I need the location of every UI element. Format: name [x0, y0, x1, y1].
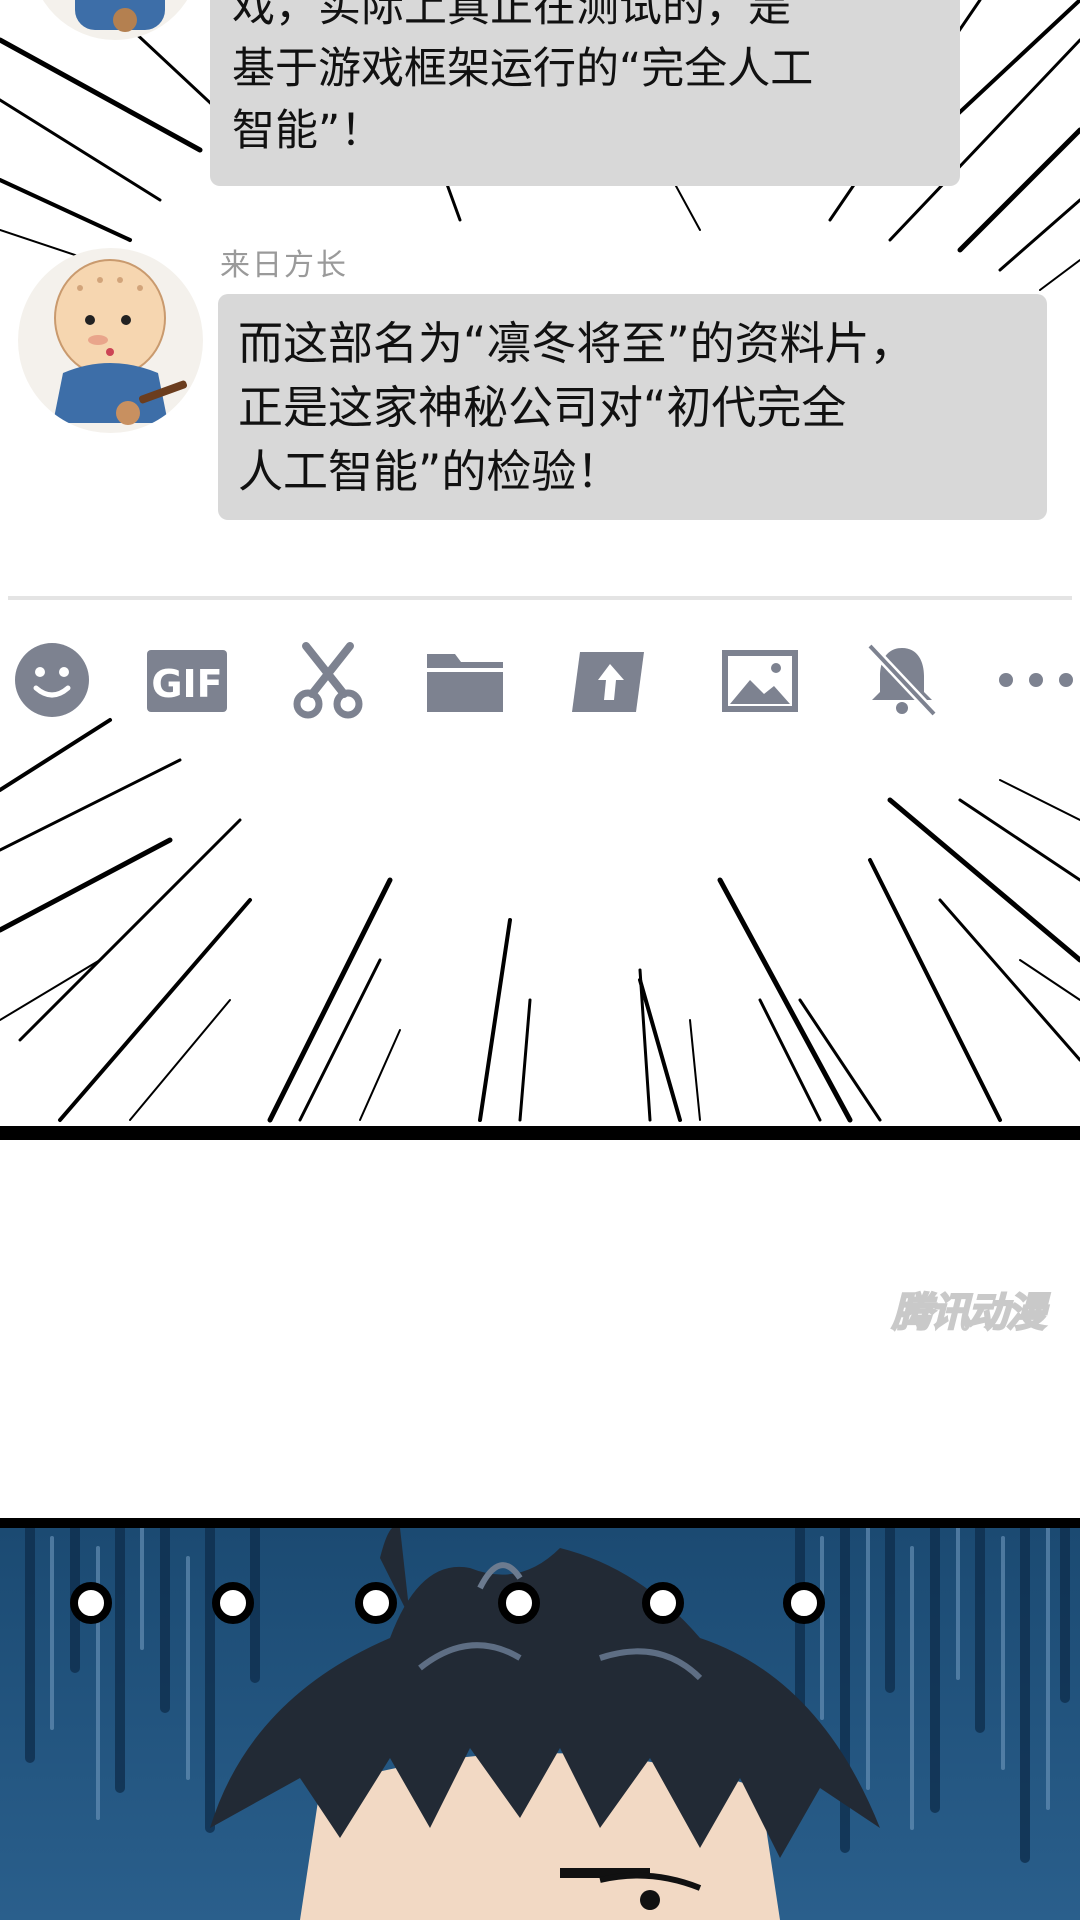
- message-line: 人工智能”的检验！: [238, 445, 622, 498]
- image-icon[interactable]: [720, 640, 800, 720]
- dot-icon: [783, 1582, 825, 1624]
- chat-bubble: 而这部名为“凛冬将至”的资料片， 正是这家神秘公司对“初代完全 人工智能”的检验…: [218, 294, 1047, 520]
- avatar[interactable]: [18, 248, 203, 433]
- gif-label: GIF: [151, 662, 222, 706]
- emoji-icon[interactable]: [12, 640, 92, 720]
- bell-mute-icon[interactable]: [862, 640, 942, 720]
- message-line: 智能”！: [232, 106, 384, 156]
- scissors-icon[interactable]: [288, 640, 368, 720]
- chat-toolbar: GIF: [0, 630, 1080, 730]
- dot-icon: [498, 1582, 540, 1624]
- divider: [8, 596, 1072, 600]
- folder-icon[interactable]: [425, 640, 505, 720]
- chat-bubble: 戏，实际上真正在测试的，是 基于游戏框架运行的“完全人工 智能”！: [210, 0, 960, 186]
- gif-icon[interactable]: GIF: [145, 640, 229, 720]
- watermark: 腾讯动漫: [891, 1289, 1047, 1337]
- share-icon[interactable]: [570, 640, 650, 720]
- message-line: 而这部名为“凛冬将至”的资料片，: [238, 317, 915, 370]
- more-icon[interactable]: [992, 640, 1080, 720]
- dot-icon: [70, 1582, 112, 1624]
- dot-icon: [642, 1582, 684, 1624]
- sender-name: 来日方长: [220, 248, 348, 283]
- monk-avatar-icon: [53, 259, 188, 425]
- message-line: 基于游戏框架运行的“完全人工: [232, 44, 814, 94]
- binding-dots: [0, 1582, 1080, 1624]
- message-line: 戏，实际上真正在测试的，是: [232, 0, 791, 32]
- dot-icon: [212, 1582, 254, 1624]
- comic-panel-chat: 戏，实际上真正在测试的，是 基于游戏框架运行的“完全人工 智能”！ 来日方长 而…: [0, 0, 1080, 1132]
- panel-border: [0, 1126, 1080, 1140]
- dot-icon: [355, 1582, 397, 1624]
- message-line: 正是这家神秘公司对“初代完全: [238, 381, 847, 434]
